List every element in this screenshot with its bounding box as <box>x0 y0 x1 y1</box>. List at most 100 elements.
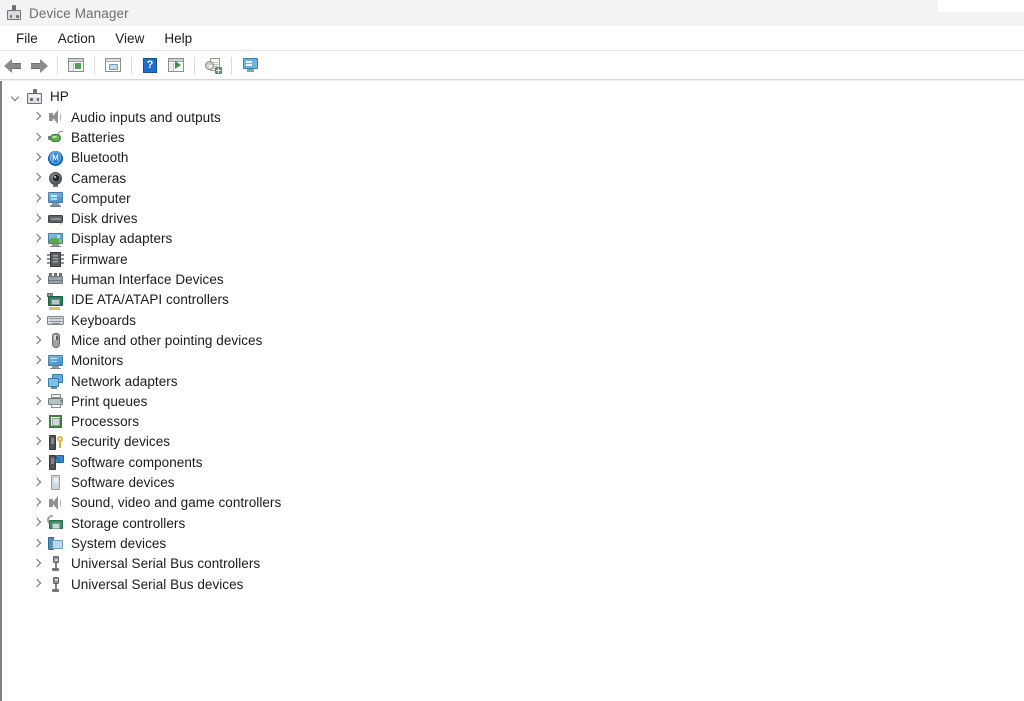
mouse-icon <box>47 332 64 349</box>
chevron-right-icon[interactable] <box>29 211 45 227</box>
toolbar-separator-2 <box>94 56 95 75</box>
tree-node-firmware[interactable]: Firmware <box>2 249 1024 269</box>
help-icon: ? <box>141 57 159 74</box>
speaker-icon <box>47 495 64 512</box>
show-hidden-devices-button[interactable] <box>237 54 263 78</box>
update-driver-button[interactable] <box>163 54 189 78</box>
title-bar-right-spacer <box>938 0 1024 12</box>
chevron-right-icon[interactable] <box>29 191 45 207</box>
firmware-chip-icon <box>47 251 64 268</box>
tree-node-root-label: HP <box>50 89 69 105</box>
device-tree-pane[interactable]: HP Audio inputs and outputs Batteries Ⓜ … <box>0 81 1024 701</box>
help-button[interactable]: ? <box>137 54 163 78</box>
chevron-right-icon[interactable] <box>29 292 45 308</box>
tree-node-label: Keyboards <box>71 312 136 328</box>
chevron-right-icon[interactable] <box>29 130 45 146</box>
tree-node-mice-and-other-pointing-devices[interactable]: Mice and other pointing devices <box>2 331 1024 351</box>
tree-node-label: System devices <box>71 535 167 551</box>
menu-item-help[interactable]: Help <box>155 29 201 48</box>
tree-node-processors[interactable]: Processors <box>2 412 1024 432</box>
forward-button[interactable] <box>26 54 52 78</box>
show-hidden-devices-icon <box>241 57 259 74</box>
chevron-right-icon[interactable] <box>29 475 45 491</box>
tree-node-cameras[interactable]: Cameras <box>2 168 1024 188</box>
tree-node-label: Display adapters <box>71 231 173 247</box>
menu-item-action[interactable]: Action <box>49 29 105 48</box>
tree-node-software-devices[interactable]: Software devices <box>2 473 1024 493</box>
tree-node-monitors[interactable]: Monitors <box>2 351 1024 371</box>
tree-node-display-adapters[interactable]: Display adapters <box>2 229 1024 249</box>
software-component-icon <box>47 454 64 471</box>
speaker-icon <box>47 109 64 126</box>
tree-node-system-devices[interactable]: System devices <box>2 534 1024 554</box>
chevron-right-icon[interactable] <box>29 150 45 166</box>
tree-node-ide-ata-atapi-controllers[interactable]: IDE ATA/ATAPI controllers <box>2 290 1024 310</box>
chevron-right-icon[interactable] <box>29 252 45 268</box>
processor-icon <box>47 413 64 430</box>
tree-node-sound-video-and-game-controllers[interactable]: Sound, video and game controllers <box>2 493 1024 513</box>
menu-item-file[interactable]: File <box>7 29 47 48</box>
title-bar: Device Manager <box>0 0 1024 26</box>
chevron-right-icon[interactable] <box>29 109 45 125</box>
chevron-right-icon[interactable] <box>29 231 45 247</box>
tree-node-human-interface-devices[interactable]: Human Interface Devices <box>2 270 1024 290</box>
tree-node-label: Audio inputs and outputs <box>71 109 221 125</box>
tree-node-root[interactable]: HP <box>2 87 1024 107</box>
computer-tower-icon <box>26 88 43 106</box>
chevron-down-icon[interactable] <box>8 89 24 105</box>
device-manager-icon <box>6 5 22 21</box>
tree-node-network-adapters[interactable]: Network adapters <box>2 371 1024 391</box>
tree-node-label: Firmware <box>71 251 128 267</box>
printer-icon <box>47 393 64 410</box>
camera-icon <box>47 170 64 187</box>
chevron-right-icon[interactable] <box>29 434 45 450</box>
tree-node-label: Universal Serial Bus controllers <box>71 556 261 572</box>
menu-item-view[interactable]: View <box>106 29 153 48</box>
bluetooth-icon: Ⓜ <box>48 150 63 166</box>
scan-hardware-changes-button[interactable] <box>200 54 226 78</box>
tree-node-software-components[interactable]: Software components <box>2 452 1024 472</box>
system-device-icon <box>47 535 64 552</box>
toolbar-separator-1 <box>57 56 58 75</box>
tree-node-label: Monitors <box>71 353 124 369</box>
tree-node-label: Mice and other pointing devices <box>71 332 263 348</box>
tree-node-keyboards[interactable]: Keyboards <box>2 310 1024 330</box>
tree-node-security-devices[interactable]: Security devices <box>2 432 1024 452</box>
tree-node-audio-inputs-and-outputs[interactable]: Audio inputs and outputs <box>2 107 1024 127</box>
chevron-right-icon[interactable] <box>29 312 45 328</box>
tree-node-universal-serial-bus-controllers[interactable]: Universal Serial Bus controllers <box>2 554 1024 574</box>
properties-button[interactable] <box>100 54 126 78</box>
hid-board-icon <box>47 271 64 288</box>
chevron-right-icon[interactable] <box>29 495 45 511</box>
ide-controller-icon <box>47 292 64 310</box>
chevron-right-icon[interactable] <box>29 333 45 349</box>
chevron-right-icon[interactable] <box>29 454 45 470</box>
chevron-right-icon[interactable] <box>29 414 45 430</box>
tree-node-bluetooth[interactable]: Ⓜ Bluetooth <box>2 148 1024 168</box>
tree-node-label: Universal Serial Bus devices <box>71 576 244 592</box>
monitor-icon <box>47 190 64 207</box>
chevron-right-icon[interactable] <box>29 170 45 186</box>
chevron-right-icon[interactable] <box>29 373 45 389</box>
tree-node-storage-controllers[interactable]: Storage controllers <box>2 512 1024 533</box>
chevron-right-icon[interactable] <box>29 556 45 572</box>
tree-node-computer[interactable]: Computer <box>2 188 1024 208</box>
display-adapter-icon <box>47 231 64 248</box>
tree-node-disk-drives[interactable]: Disk drives <box>2 209 1024 229</box>
chevron-right-icon[interactable] <box>29 272 45 288</box>
tree-node-batteries[interactable]: Batteries <box>2 128 1024 148</box>
forward-arrow-icon <box>30 58 48 73</box>
chevron-right-icon[interactable] <box>29 353 45 369</box>
chevron-right-icon[interactable] <box>29 394 45 410</box>
chevron-right-icon[interactable] <box>29 536 45 552</box>
chevron-right-icon[interactable] <box>29 515 45 531</box>
tree-node-label: Sound, video and game controllers <box>71 495 282 511</box>
back-button[interactable] <box>0 54 26 78</box>
show-console-tree-button[interactable] <box>63 54 89 78</box>
toolbar-separator-5 <box>231 56 232 75</box>
tree-node-print-queues[interactable]: Print queues <box>2 391 1024 411</box>
chevron-right-icon[interactable] <box>29 576 45 592</box>
tree-node-label: Human Interface Devices <box>71 272 224 288</box>
tree-node-universal-serial-bus-devices[interactable]: Universal Serial Bus devices <box>2 574 1024 594</box>
network-adapter-icon <box>47 373 64 390</box>
